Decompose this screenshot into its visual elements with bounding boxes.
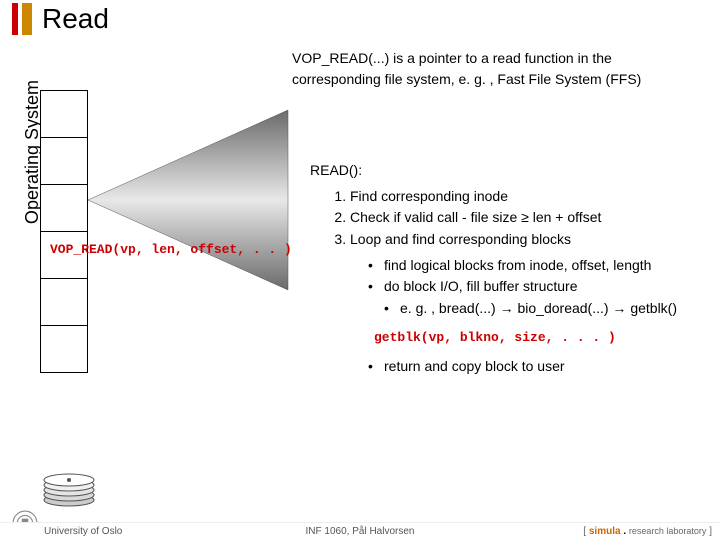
stack-cell bbox=[40, 184, 88, 232]
bracket-close: ] bbox=[706, 526, 712, 537]
os-vertical-label: Operating System bbox=[22, 0, 43, 80]
layer-stack bbox=[40, 90, 88, 372]
cone-icon bbox=[88, 100, 298, 300]
brand-lab: research laboratory bbox=[629, 526, 707, 536]
title-bar: Read bbox=[0, 0, 720, 38]
footer-university: University of Oslo bbox=[44, 526, 122, 537]
desc-line: corresponding file system, e. g. , Fast … bbox=[292, 69, 710, 90]
step-item: Check if valid call - file size ≥ len + … bbox=[350, 207, 712, 229]
stack-cell bbox=[40, 278, 88, 326]
footer-lab: [ simula . research laboratory ] bbox=[583, 526, 712, 537]
getblk-call: getblk(vp, blkno, size, . . . ) bbox=[310, 328, 712, 348]
disk-stack-icon bbox=[42, 468, 96, 508]
read-function-block: READ(): Find corresponding inode Check i… bbox=[310, 160, 712, 378]
bullet-item: find logical blocks from inode, offset, … bbox=[368, 255, 712, 277]
stack-cell bbox=[40, 325, 88, 373]
stack-cell bbox=[40, 90, 88, 138]
vop-description: VOP_READ(...) is a pointer to a read fun… bbox=[292, 48, 710, 90]
read-steps: Find corresponding inode Check if valid … bbox=[310, 186, 712, 251]
brand-dot: . bbox=[621, 526, 629, 537]
last-bullet: return and copy block to user bbox=[310, 356, 712, 378]
stack-cell bbox=[40, 137, 88, 185]
footer: University of Oslo INF 1060, Pål Halvors… bbox=[0, 522, 720, 540]
desc-line: VOP_READ(...) is a pointer to a read fun… bbox=[292, 48, 710, 69]
sub-bullets: find logical blocks from inode, offset, … bbox=[310, 255, 712, 320]
bullet-item: e. g. , bread(...) → bio_doread(...) → g… bbox=[368, 298, 712, 320]
slide-title: Read bbox=[42, 3, 109, 35]
read-header: READ(): bbox=[310, 160, 712, 182]
footer-course: INF 1060, Pål Halvorsen bbox=[306, 526, 415, 537]
bullet-item: return and copy block to user bbox=[368, 356, 712, 378]
step-item: Loop and find corresponding blocks bbox=[350, 229, 712, 251]
bullet-item: do block I/O, fill buffer structure bbox=[368, 276, 712, 298]
vop-read-call: VOP_READ(vp, len, offset, . . ) bbox=[50, 242, 292, 257]
brand-simula: simula bbox=[589, 526, 621, 537]
title-accent-red bbox=[12, 3, 18, 35]
step-item: Find corresponding inode bbox=[350, 186, 712, 208]
